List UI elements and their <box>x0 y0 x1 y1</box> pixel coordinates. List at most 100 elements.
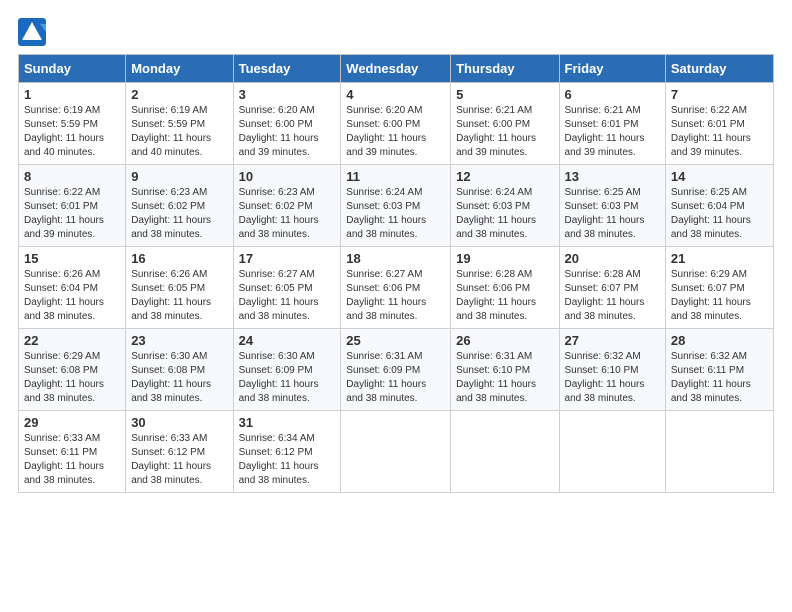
day-number: 1 <box>24 87 120 102</box>
calendar-cell <box>665 411 773 493</box>
day-number: 9 <box>131 169 227 184</box>
calendar-cell: 16 Sunrise: 6:26 AMSunset: 6:05 PMDayligh… <box>126 247 233 329</box>
cell-info: Sunrise: 6:20 AMSunset: 6:00 PMDaylight:… <box>346 104 445 160</box>
calendar-cell: 22 Sunrise: 6:29 AMSunset: 6:08 PMDayligh… <box>19 329 126 411</box>
day-number: 8 <box>24 169 120 184</box>
day-number: 31 <box>239 415 336 430</box>
weekday-header-friday: Friday <box>559 55 665 83</box>
calendar-cell: 4 Sunrise: 6:20 AMSunset: 6:00 PMDaylight… <box>341 83 451 165</box>
calendar-cell: 2 Sunrise: 6:19 AMSunset: 5:59 PMDaylight… <box>126 83 233 165</box>
weekday-header-wednesday: Wednesday <box>341 55 451 83</box>
calendar-cell <box>451 411 559 493</box>
cell-info: Sunrise: 6:23 AMSunset: 6:02 PMDaylight:… <box>239 186 336 242</box>
calendar-cell <box>559 411 665 493</box>
calendar-cell: 6 Sunrise: 6:21 AMSunset: 6:01 PMDaylight… <box>559 83 665 165</box>
cell-info: Sunrise: 6:33 AMSunset: 6:12 PMDaylight:… <box>131 432 227 488</box>
day-number: 18 <box>346 251 445 266</box>
calendar-cell: 28 Sunrise: 6:32 AMSunset: 6:11 PMDayligh… <box>665 329 773 411</box>
calendar-week-1: 1 Sunrise: 6:19 AMSunset: 5:59 PMDaylight… <box>19 83 774 165</box>
day-number: 6 <box>565 87 660 102</box>
weekday-header-saturday: Saturday <box>665 55 773 83</box>
page: SundayMondayTuesdayWednesdayThursdayFrid… <box>0 0 792 511</box>
cell-info: Sunrise: 6:28 AMSunset: 6:07 PMDaylight:… <box>565 268 660 324</box>
day-number: 23 <box>131 333 227 348</box>
calendar-cell: 19 Sunrise: 6:28 AMSunset: 6:06 PMDayligh… <box>451 247 559 329</box>
calendar-cell: 11Sunrise: 6:24 AMSunset: 6:03 PMDayligh… <box>341 165 451 247</box>
day-number: 26 <box>456 333 553 348</box>
weekday-header-monday: Monday <box>126 55 233 83</box>
day-number: 22 <box>24 333 120 348</box>
calendar-cell: 21Sunrise: 6:29 AMSunset: 6:07 PMDayligh… <box>665 247 773 329</box>
calendar-week-4: 22 Sunrise: 6:29 AMSunset: 6:08 PMDayligh… <box>19 329 774 411</box>
weekday-header-thursday: Thursday <box>451 55 559 83</box>
cell-info: Sunrise: 6:26 AMSunset: 6:05 PMDaylight:… <box>131 268 227 324</box>
logo <box>18 18 50 46</box>
cell-info: Sunrise: 6:21 AMSunset: 6:00 PMDaylight:… <box>456 104 553 160</box>
logo-icon <box>18 18 46 46</box>
calendar-cell: 18 Sunrise: 6:27 AMSunset: 6:06 PMDayligh… <box>341 247 451 329</box>
day-number: 15 <box>24 251 120 266</box>
calendar-cell: 10 Sunrise: 6:23 AMSunset: 6:02 PMDayligh… <box>233 165 341 247</box>
header <box>18 10 774 46</box>
day-number: 10 <box>239 169 336 184</box>
day-number: 3 <box>239 87 336 102</box>
cell-info: Sunrise: 6:29 AMSunset: 6:07 PMDaylight:… <box>671 268 768 324</box>
calendar-cell: 5 Sunrise: 6:21 AMSunset: 6:00 PMDaylight… <box>451 83 559 165</box>
calendar-week-3: 15 Sunrise: 6:26 AMSunset: 6:04 PMDayligh… <box>19 247 774 329</box>
cell-info: Sunrise: 6:19 AMSunset: 5:59 PMDaylight:… <box>24 104 120 160</box>
day-number: 17 <box>239 251 336 266</box>
cell-info: Sunrise: 6:25 AMSunset: 6:03 PMDaylight:… <box>565 186 660 242</box>
day-number: 20 <box>565 251 660 266</box>
cell-info: Sunrise: 6:23 AMSunset: 6:02 PMDaylight:… <box>131 186 227 242</box>
calendar-cell: 25 Sunrise: 6:31 AMSunset: 6:09 PMDayligh… <box>341 329 451 411</box>
calendar-cell: 1 Sunrise: 6:19 AMSunset: 5:59 PMDaylight… <box>19 83 126 165</box>
calendar-cell: 26 Sunrise: 6:31 AMSunset: 6:10 PMDayligh… <box>451 329 559 411</box>
calendar-cell: 29Sunrise: 6:33 AMSunset: 6:11 PMDayligh… <box>19 411 126 493</box>
calendar-cell: 30 Sunrise: 6:33 AMSunset: 6:12 PMDayligh… <box>126 411 233 493</box>
calendar-cell: 12Sunrise: 6:24 AMSunset: 6:03 PMDayligh… <box>451 165 559 247</box>
cell-info: Sunrise: 6:27 AMSunset: 6:06 PMDaylight:… <box>346 268 445 324</box>
calendar-cell: 17 Sunrise: 6:27 AMSunset: 6:05 PMDayligh… <box>233 247 341 329</box>
cell-info: Sunrise: 6:20 AMSunset: 6:00 PMDaylight:… <box>239 104 336 160</box>
calendar-table: SundayMondayTuesdayWednesdayThursdayFrid… <box>18 54 774 493</box>
day-number: 4 <box>346 87 445 102</box>
day-number: 19 <box>456 251 553 266</box>
day-number: 16 <box>131 251 227 266</box>
calendar-cell: 9 Sunrise: 6:23 AMSunset: 6:02 PMDaylight… <box>126 165 233 247</box>
cell-info: Sunrise: 6:33 AMSunset: 6:11 PMDaylight:… <box>24 432 120 488</box>
day-number: 28 <box>671 333 768 348</box>
cell-info: Sunrise: 6:28 AMSunset: 6:06 PMDaylight:… <box>456 268 553 324</box>
calendar-cell: 13 Sunrise: 6:25 AMSunset: 6:03 PMDayligh… <box>559 165 665 247</box>
cell-info: Sunrise: 6:24 AMSunset: 6:03 PMDaylight:… <box>456 186 553 242</box>
day-number: 7 <box>671 87 768 102</box>
cell-info: Sunrise: 6:32 AMSunset: 6:11 PMDaylight:… <box>671 350 768 406</box>
weekday-header-tuesday: Tuesday <box>233 55 341 83</box>
cell-info: Sunrise: 6:29 AMSunset: 6:08 PMDaylight:… <box>24 350 120 406</box>
day-number: 5 <box>456 87 553 102</box>
day-number: 13 <box>565 169 660 184</box>
calendar-cell: 7 Sunrise: 6:22 AMSunset: 6:01 PMDaylight… <box>665 83 773 165</box>
calendar-header-row: SundayMondayTuesdayWednesdayThursdayFrid… <box>19 55 774 83</box>
cell-info: Sunrise: 6:22 AMSunset: 6:01 PMDaylight:… <box>24 186 120 242</box>
cell-info: Sunrise: 6:21 AMSunset: 6:01 PMDaylight:… <box>565 104 660 160</box>
calendar-cell <box>341 411 451 493</box>
cell-info: Sunrise: 6:26 AMSunset: 6:04 PMDaylight:… <box>24 268 120 324</box>
cell-info: Sunrise: 6:27 AMSunset: 6:05 PMDaylight:… <box>239 268 336 324</box>
day-number: 24 <box>239 333 336 348</box>
calendar-cell: 20 Sunrise: 6:28 AMSunset: 6:07 PMDayligh… <box>559 247 665 329</box>
day-number: 25 <box>346 333 445 348</box>
day-number: 11 <box>346 169 445 184</box>
day-number: 2 <box>131 87 227 102</box>
cell-info: Sunrise: 6:30 AMSunset: 6:09 PMDaylight:… <box>239 350 336 406</box>
cell-info: Sunrise: 6:31 AMSunset: 6:10 PMDaylight:… <box>456 350 553 406</box>
calendar-cell: 23Sunrise: 6:30 AMSunset: 6:08 PMDayligh… <box>126 329 233 411</box>
day-number: 30 <box>131 415 227 430</box>
cell-info: Sunrise: 6:22 AMSunset: 6:01 PMDaylight:… <box>671 104 768 160</box>
cell-info: Sunrise: 6:34 AMSunset: 6:12 PMDaylight:… <box>239 432 336 488</box>
weekday-header-sunday: Sunday <box>19 55 126 83</box>
cell-info: Sunrise: 6:19 AMSunset: 5:59 PMDaylight:… <box>131 104 227 160</box>
calendar-cell: 24 Sunrise: 6:30 AMSunset: 6:09 PMDayligh… <box>233 329 341 411</box>
calendar-cell: 31 Sunrise: 6:34 AMSunset: 6:12 PMDayligh… <box>233 411 341 493</box>
day-number: 27 <box>565 333 660 348</box>
cell-info: Sunrise: 6:31 AMSunset: 6:09 PMDaylight:… <box>346 350 445 406</box>
